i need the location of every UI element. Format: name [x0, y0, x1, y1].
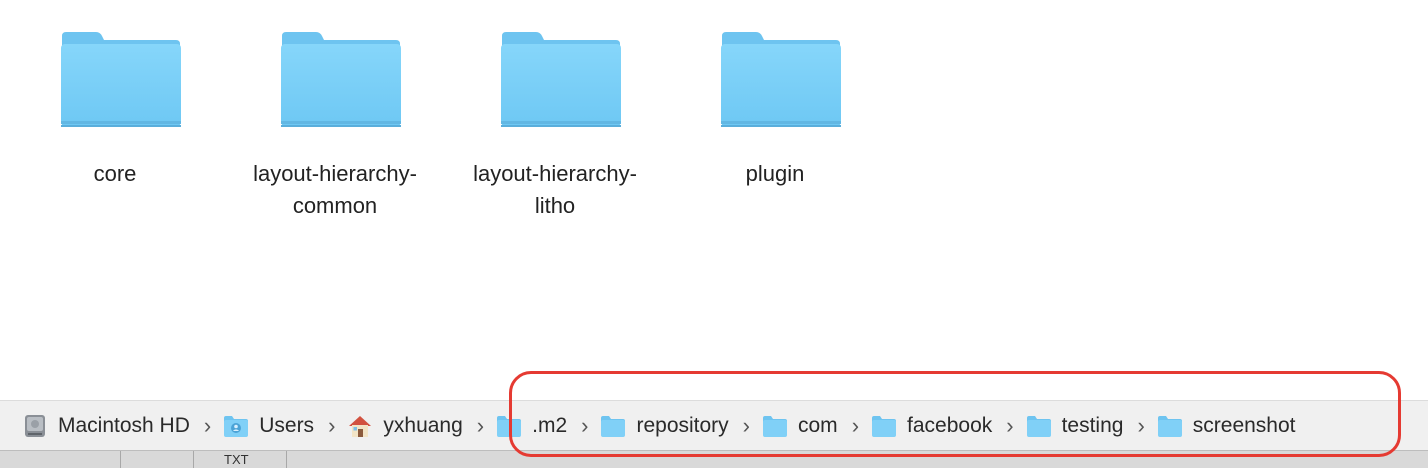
folder-grid: core layout-hierarchy-common layout-hier… — [0, 0, 1428, 400]
column-divider — [193, 451, 194, 468]
path-item-label: com — [798, 413, 838, 437]
path-item-repository[interactable]: repository — [600, 406, 729, 446]
path-item-facebook[interactable]: facebook — [871, 406, 992, 446]
column-divider — [120, 451, 121, 468]
path-item-label: facebook — [907, 413, 993, 437]
path-item-testing[interactable]: testing — [1026, 406, 1124, 446]
path-item-screenshot[interactable]: screenshot — [1157, 406, 1296, 446]
folder-icon — [497, 415, 522, 437]
column-divider — [286, 451, 287, 468]
folder-label: layout-hierarchy-common — [253, 161, 417, 218]
path-item-label: Macintosh HD — [58, 413, 190, 437]
folder-item-plugin[interactable]: plugin — [675, 28, 875, 228]
chevron-right-icon: › — [742, 412, 750, 438]
folder-icon — [61, 32, 181, 127]
path-bar: Macintosh HD › Users › yxhuang › .m2 › r… — [0, 400, 1428, 450]
folder-item-core[interactable]: core — [15, 28, 215, 228]
folder-icon — [1157, 415, 1182, 437]
folder-item-layout-hierarchy-litho[interactable]: layout-hierarchy-litho — [455, 28, 655, 228]
chevron-right-icon: › — [851, 412, 860, 438]
path-item-macintosh-hd[interactable]: Macintosh HD — [22, 406, 190, 446]
folder-label: layout-hierarchy-litho — [473, 161, 637, 218]
users-folder-icon — [224, 415, 249, 437]
path-item-label: Users — [259, 413, 315, 437]
chevron-right-icon: › — [476, 412, 485, 438]
path-item-label: repository — [636, 413, 729, 437]
home-icon — [349, 415, 372, 437]
path-item-m2[interactable]: .m2 — [496, 406, 567, 446]
path-item-label: .m2 — [532, 413, 568, 437]
folder-item-layout-hierarchy-common[interactable]: layout-hierarchy-common — [235, 28, 435, 228]
chevron-right-icon: › — [203, 412, 212, 438]
chevron-right-icon: › — [581, 412, 589, 438]
path-item-users[interactable]: Users — [223, 406, 314, 446]
path-item-label: screenshot — [1192, 413, 1296, 437]
folder-icon — [281, 32, 401, 127]
folder-icon — [501, 32, 621, 127]
path-item-yxhuang[interactable]: yxhuang — [347, 406, 463, 446]
folder-icon — [721, 32, 841, 127]
path-item-label: testing — [1061, 413, 1124, 437]
folder-icon — [872, 415, 897, 437]
status-strip: TXT — [0, 450, 1428, 468]
folder-label: core — [93, 161, 137, 186]
folder-icon — [1026, 415, 1051, 437]
folder-icon — [601, 415, 626, 437]
chevron-right-icon: › — [328, 412, 336, 438]
hard-drive-icon — [25, 414, 45, 437]
chevron-right-icon: › — [1137, 412, 1145, 438]
finder-window: core layout-hierarchy-common layout-hier… — [0, 0, 1428, 468]
path-item-label: yxhuang — [383, 413, 463, 437]
path-item-com[interactable]: com — [762, 406, 838, 446]
folder-icon — [763, 415, 787, 437]
chevron-right-icon: › — [1006, 412, 1014, 438]
column-label: TXT — [224, 452, 249, 467]
folder-label: plugin — [745, 161, 805, 186]
